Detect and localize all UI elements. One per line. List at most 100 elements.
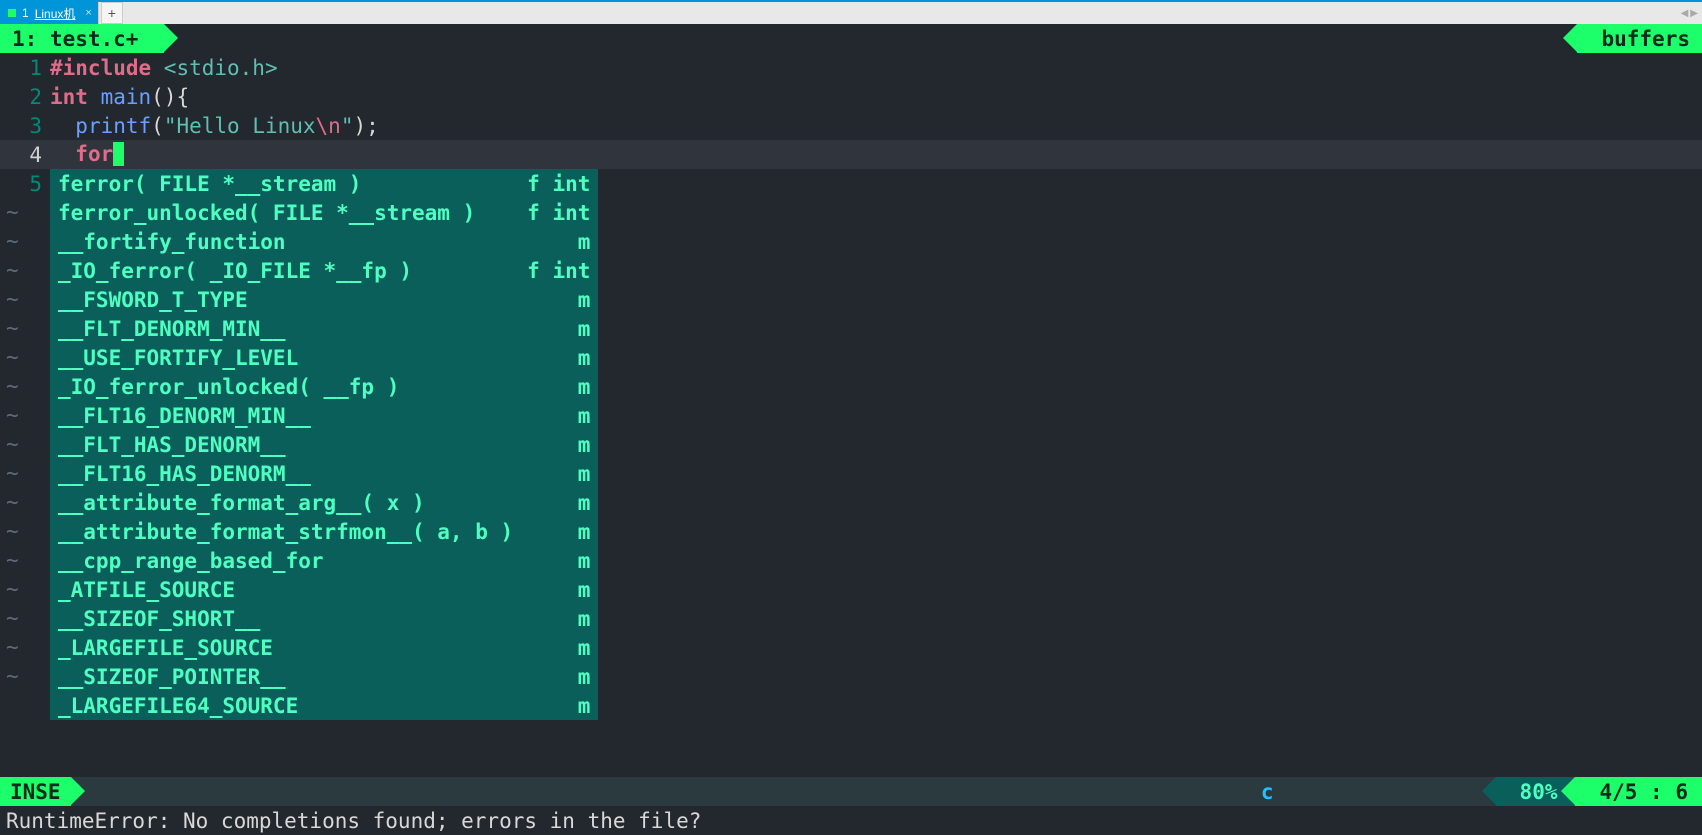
completion-item[interactable]: __SIZEOF_SHORT__ m <box>50 604 598 633</box>
completion-label: _ATFILE_SOURCE <box>58 578 513 602</box>
completion-item[interactable]: __fortify_function m <box>50 227 598 256</box>
completion-item[interactable]: _ATFILE_SOURCE m <box>50 575 598 604</box>
completion-label: _IO_ferror( _IO_FILE *__fp ) <box>58 259 513 283</box>
message-text: RuntimeError: No completions found; erro… <box>6 809 701 833</box>
line-number: 5 <box>0 172 50 196</box>
completion-label: __fortify_function <box>58 230 513 254</box>
completion-kind: m <box>564 433 591 457</box>
completion-item[interactable]: __cpp_range_based_for m <box>50 546 598 575</box>
completion-label: __FLT_DENORM_MIN__ <box>58 317 513 341</box>
completion-item[interactable]: _LARGEFILE64_SOURCE m <box>50 691 598 720</box>
completion-kind: m <box>564 636 591 660</box>
completion-kind: f int <box>513 259 590 283</box>
code-line-current[interactable]: 4 for <box>0 140 1702 169</box>
completion-label: __FSWORD_T_TYPE <box>58 288 513 312</box>
completion-kind: m <box>564 288 591 312</box>
tilde-line: ~ <box>0 401 50 430</box>
completion-item[interactable]: __FLT16_DENORM_MIN__ m <box>50 401 598 430</box>
completion-item[interactable]: _IO_ferror_unlocked( __fp ) m <box>50 372 598 401</box>
completion-kind: m <box>564 665 591 689</box>
tilde-line: ~ <box>0 488 50 517</box>
completion-item[interactable]: __FLT_DENORM_MIN__ m <box>50 314 598 343</box>
completion-label: _LARGEFILE64_SOURCE <box>58 694 513 718</box>
completion-item[interactable]: ferror( FILE *__stream ) f int <box>50 169 598 198</box>
buffer-indicator-label: buffers <box>1601 27 1690 51</box>
completion-label: ferror_unlocked( FILE *__stream ) <box>58 201 513 225</box>
terminal[interactable]: 1: test.c+ buffers 1 #include <stdio.h> … <box>0 24 1702 835</box>
tab-next-icon[interactable]: ▶ <box>1690 8 1698 19</box>
command-line[interactable]: RuntimeError: No completions found; erro… <box>0 806 1702 835</box>
completion-kind: m <box>564 520 591 544</box>
completion-label: __FLT_HAS_DENORM__ <box>58 433 513 457</box>
completion-kind: m <box>564 462 591 486</box>
tilde-line: ~ <box>0 256 50 285</box>
status-line: INSE c 80% 4/5 : 6 <box>0 777 1702 806</box>
completion-item[interactable]: __attribute_format_arg__( x ) m <box>50 488 598 517</box>
completion-label: __FLT16_HAS_DENORM__ <box>58 462 513 486</box>
tilde-line: ~ <box>0 372 50 401</box>
tilde-line: ~ <box>0 314 50 343</box>
completion-item[interactable]: _LARGEFILE_SOURCE m <box>50 633 598 662</box>
editor-area[interactable]: 1 #include <stdio.h> 2 int main(){ 3 pri… <box>0 53 1702 198</box>
cursor <box>113 142 124 166</box>
completion-label: __FLT16_DENORM_MIN__ <box>58 404 513 428</box>
buffer-tab[interactable]: 1: test.c+ <box>0 24 164 53</box>
completion-label: _IO_ferror_unlocked( __fp ) <box>58 375 513 399</box>
status-middle: c <box>71 777 1496 806</box>
completion-kind: m <box>564 317 591 341</box>
scroll-percent-label: 80% <box>1520 780 1558 804</box>
code-line[interactable]: 3 printf("Hello Linux\n"); <box>0 111 1702 140</box>
completion-item[interactable]: __SIZEOF_POINTER__ m <box>50 662 598 691</box>
buffer-line: 1: test.c+ buffers <box>0 24 1702 53</box>
completion-item[interactable]: __USE_FORTIFY_LEVEL m <box>50 343 598 372</box>
connection-dot-icon <box>8 9 16 17</box>
tilde-line: ~ <box>0 517 50 546</box>
tilde-line: ~ <box>0 430 50 459</box>
tilde-line: ~ <box>0 198 50 227</box>
tilde-line: ~ <box>0 459 50 488</box>
tab-prev-icon[interactable]: ◀ <box>1681 8 1689 19</box>
completion-kind: m <box>564 549 591 573</box>
cursor-position: 4/5 : 6 <box>1575 777 1702 806</box>
line-number: 4 <box>0 143 50 167</box>
completion-kind: m <box>564 230 591 254</box>
tilde-line: ~ <box>0 633 50 662</box>
completion-kind: f int <box>513 172 590 196</box>
completion-label: __USE_FORTIFY_LEVEL <box>58 346 513 370</box>
completion-item[interactable]: __FLT_HAS_DENORM__ m <box>50 430 598 459</box>
completion-label: __SIZEOF_SHORT__ <box>58 607 513 631</box>
completion-kind: m <box>564 578 591 602</box>
buffer-indicator[interactable]: buffers <box>1577 24 1702 53</box>
completion-kind: m <box>564 607 591 631</box>
completion-item[interactable]: __attribute_format_strfmon__( a, b )m <box>50 517 598 546</box>
window-tab-nav: ◀ ▶ <box>1681 2 1702 24</box>
completion-label: _LARGEFILE_SOURCE <box>58 636 513 660</box>
code-text: int main(){ <box>50 85 189 109</box>
empty-lines: ~~~~~~~~~~~~~~~~~ <box>0 198 50 691</box>
completion-item[interactable]: ferror_unlocked( FILE *__stream ) f int <box>50 198 598 227</box>
window-tab-title: Linux机 <box>35 5 76 22</box>
completion-item[interactable]: __FSWORD_T_TYPE m <box>50 285 598 314</box>
completion-kind: m <box>564 694 591 718</box>
close-icon[interactable]: × <box>85 7 91 19</box>
completion-kind: f int <box>513 201 590 225</box>
line-number: 2 <box>0 85 50 109</box>
tilde-line: ~ <box>0 227 50 256</box>
code-text: for <box>50 142 124 168</box>
filetype-label: c <box>1261 780 1274 804</box>
window-tab[interactable]: 1 Linux机 × <box>0 2 99 24</box>
new-tab-button[interactable]: + <box>101 2 123 24</box>
completion-item[interactable]: _IO_ferror( _IO_FILE *__fp ) f int <box>50 256 598 285</box>
completion-popup[interactable]: ferror( FILE *__stream ) f intferror_unl… <box>50 169 598 720</box>
code-line[interactable]: 1 #include <stdio.h> <box>0 53 1702 82</box>
code-line[interactable]: 2 int main(){ <box>0 82 1702 111</box>
filetype-indicator: c <box>1249 777 1286 806</box>
tilde-line: ~ <box>0 546 50 575</box>
completion-item[interactable]: __FLT16_HAS_DENORM__ m <box>50 459 598 488</box>
completion-kind: m <box>564 404 591 428</box>
completion-label: __SIZEOF_POINTER__ <box>58 665 513 689</box>
tilde-line: ~ <box>0 662 50 691</box>
mode-label: INSE <box>10 780 61 804</box>
tilde-line: ~ <box>0 604 50 633</box>
completion-label: ferror( FILE *__stream ) <box>58 172 513 196</box>
